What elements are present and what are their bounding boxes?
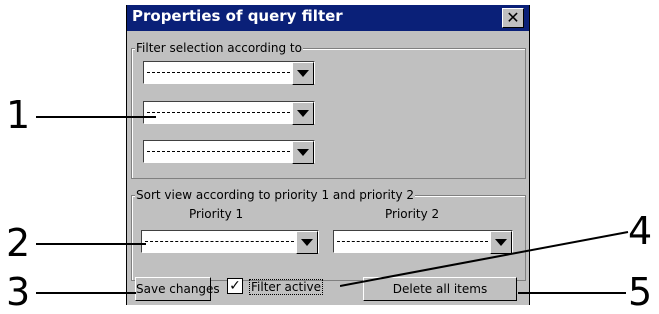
callout-2: 2 (6, 221, 31, 265)
checkmark-icon: ✓ (229, 278, 241, 294)
filter-active-label[interactable]: Filter active (249, 279, 324, 295)
chevron-down-icon[interactable] (296, 231, 318, 254)
save-changes-button[interactable]: Save changes (135, 277, 220, 301)
priority-1-combo[interactable] (141, 230, 319, 254)
priority-2-label: Priority 2 (385, 207, 440, 221)
filter-combo-3[interactable] (143, 140, 315, 164)
callout-5: 5 (628, 270, 653, 314)
filter-combo-1[interactable] (143, 61, 315, 85)
filter-selection-legend: Filter selection according to (135, 41, 303, 55)
callout-3-line (36, 292, 136, 294)
callout-2-line (36, 243, 146, 245)
filter-active-checkbox[interactable]: ✓ (227, 278, 243, 294)
callout-3: 3 (6, 270, 31, 314)
callout-4-line (340, 231, 629, 287)
close-icon: ✕ (506, 8, 520, 27)
callout-1: 1 (6, 93, 31, 137)
dialog-title: Properties of query filter (132, 7, 343, 25)
close-button[interactable]: ✕ (502, 8, 524, 28)
title-bar[interactable]: Properties of query filter ✕ (127, 5, 529, 31)
chevron-down-icon[interactable] (292, 141, 314, 164)
sort-view-legend: Sort view according to priority 1 and pr… (135, 188, 416, 202)
chevron-down-icon[interactable] (292, 102, 314, 125)
filter-combo-2[interactable] (143, 101, 315, 125)
callout-5-line (518, 292, 626, 294)
priority-1-label: Priority 1 (189, 207, 244, 221)
chevron-down-icon[interactable] (292, 62, 314, 85)
callout-1-line (36, 116, 156, 118)
